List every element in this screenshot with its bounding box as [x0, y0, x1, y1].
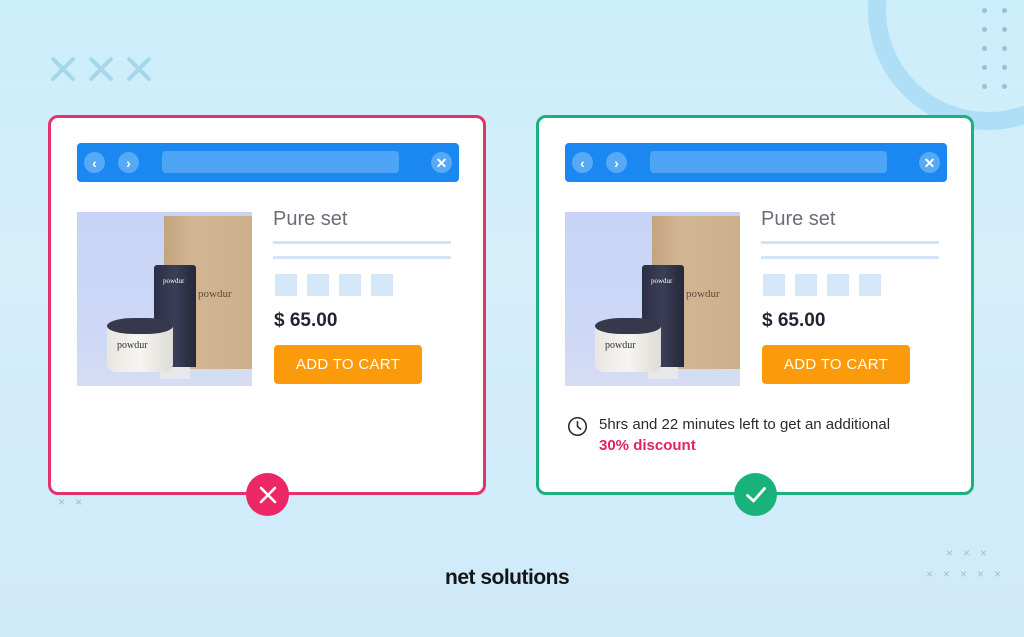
variant-swatch[interactable] — [371, 274, 393, 296]
variant-swatch[interactable] — [795, 274, 817, 296]
bad-example-panel: ‹ › ✕ powdur powdur powdur Pure set $ 65… — [48, 115, 486, 495]
product-image: powdur powdur powdur — [77, 212, 252, 386]
tube-brand-label: powdur — [651, 277, 673, 285]
x-mark-icon — [50, 56, 76, 82]
product-image: powdur powdur powdur — [565, 212, 740, 386]
variant-swatches — [763, 274, 881, 296]
description-placeholder-line — [761, 241, 939, 244]
forward-button[interactable]: › — [606, 152, 627, 173]
decorative-dot-grid — [982, 8, 1008, 89]
decorative-small-x-marks: ××××× — [926, 567, 1012, 581]
browser-toolbar: ‹ › ✕ — [77, 143, 459, 182]
discount-highlight: 30% discount — [599, 437, 696, 454]
variant-swatch[interactable] — [827, 274, 849, 296]
variant-swatch[interactable] — [859, 274, 881, 296]
close-icon: ✕ — [923, 154, 936, 171]
decorative-small-x-marks: ×× — [58, 495, 93, 509]
jar-brand-label: powdur — [117, 340, 148, 351]
clock-icon — [567, 416, 588, 437]
x-mark-icon — [126, 56, 152, 82]
product-price: $ 65.00 — [274, 310, 338, 331]
good-example-panel: ‹ › ✕ powdur powdur powdur Pure set $ 65… — [536, 115, 974, 495]
add-to-cart-button[interactable]: ADD TO CART — [274, 345, 422, 384]
net-solutions-logo: net solutions — [445, 566, 570, 590]
product-jar: powdur — [595, 318, 661, 373]
add-to-cart-button[interactable]: ADD TO CART — [762, 345, 910, 384]
description-placeholder-line — [761, 256, 939, 259]
checkmark-icon — [745, 486, 766, 502]
close-icon: ✕ — [435, 154, 448, 171]
chevron-right-icon: › — [614, 154, 619, 171]
address-bar[interactable] — [650, 151, 887, 173]
back-button[interactable]: ‹ — [572, 152, 593, 173]
description-placeholder-line — [273, 241, 451, 244]
cross-icon — [259, 486, 276, 503]
description-placeholder-line — [273, 256, 451, 259]
product-title: Pure set — [273, 208, 348, 230]
box-brand-label: powdur — [686, 288, 720, 300]
incorrect-badge — [246, 473, 289, 516]
jar-brand-label: powdur — [605, 340, 636, 351]
product-title: Pure set — [761, 208, 836, 230]
chevron-left-icon: ‹ — [92, 154, 97, 171]
product-jar: powdur — [107, 318, 173, 373]
close-button[interactable]: ✕ — [431, 152, 452, 173]
logo-text: lutions — [503, 566, 570, 589]
correct-badge — [734, 473, 777, 516]
address-bar[interactable] — [162, 151, 399, 173]
variant-swatch[interactable] — [339, 274, 361, 296]
decorative-small-x-marks: ××× — [946, 546, 998, 560]
logo-text-o: o — [491, 566, 505, 589]
variant-swatch[interactable] — [307, 274, 329, 296]
product-price: $ 65.00 — [762, 310, 826, 331]
variant-swatches — [275, 274, 393, 296]
urgency-text: 5hrs and 22 minutes left to get an addit… — [599, 416, 891, 433]
chevron-right-icon: › — [126, 154, 131, 171]
variant-swatch[interactable] — [275, 274, 297, 296]
tube-brand-label: powdur — [163, 277, 185, 285]
forward-button[interactable]: › — [118, 152, 139, 173]
chevron-left-icon: ‹ — [580, 154, 585, 171]
x-mark-icon — [88, 56, 114, 82]
close-button[interactable]: ✕ — [919, 152, 940, 173]
variant-swatch[interactable] — [763, 274, 785, 296]
back-button[interactable]: ‹ — [84, 152, 105, 173]
logo-text: net s — [445, 566, 492, 589]
box-brand-label: powdur — [198, 288, 232, 300]
browser-toolbar: ‹ › ✕ — [565, 143, 947, 182]
decorative-x-marks — [50, 56, 152, 82]
